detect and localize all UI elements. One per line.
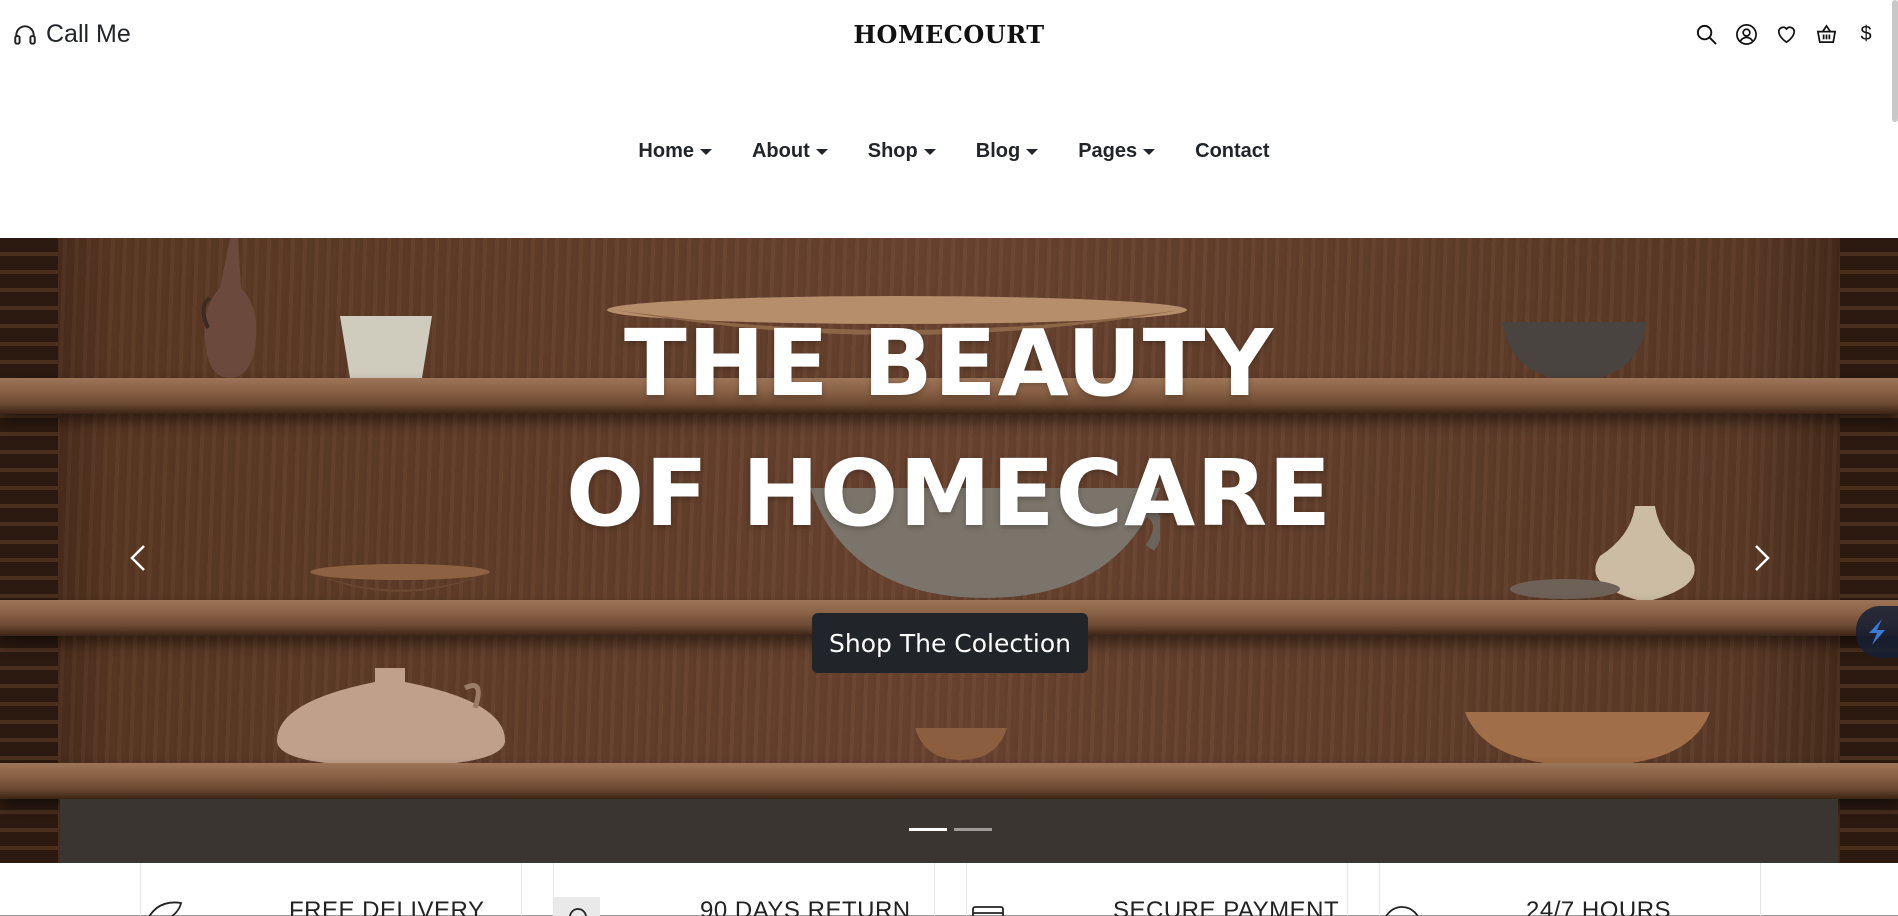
caret-down-icon: [1143, 148, 1156, 155]
rocket-icon: [148, 901, 183, 916]
shop-collection-button[interactable]: Shop The Colection: [812, 613, 1088, 673]
carousel-indicator-2[interactable]: [954, 828, 992, 831]
currency-selector[interactable]: $: [1854, 22, 1878, 46]
wishlist-button[interactable]: [1774, 22, 1798, 46]
features-bar: FREE DELIVERY 90 DAYS RETURN SECURE PAYM…: [0, 863, 1898, 916]
hero-title-line2: OF HOMECARE: [565, 440, 1333, 547]
jar-image: [276, 668, 506, 766]
currency-label: $: [1860, 22, 1872, 45]
feature-90-days-return: 90 DAYS RETURN: [553, 863, 935, 916]
search-icon: [1696, 24, 1717, 45]
feature-label: 24/7 HOURS: [1526, 897, 1672, 916]
small-plate-image: [1510, 579, 1620, 599]
caret-down-icon: [923, 148, 936, 155]
page-scrollbar[interactable]: [1892, 0, 1898, 122]
nav-item-home[interactable]: Home: [638, 140, 712, 163]
wood-dish-image: [310, 564, 490, 592]
hero-title-line1: THE BEAUTY: [623, 310, 1275, 417]
feature-secure-payment: SECURE PAYMENT: [966, 863, 1348, 916]
basket-icon: [1816, 23, 1836, 43]
brand-logo[interactable]: HOMECOURT: [853, 20, 1044, 49]
nav-item-label: About: [751, 140, 810, 162]
shelf-floor: [60, 799, 1838, 863]
call-me-link[interactable]: Call Me: [12, 20, 131, 49]
support-icon: [1385, 906, 1419, 916]
carousel-indicator-1[interactable]: [909, 828, 947, 831]
caret-down-icon: [1026, 148, 1039, 155]
chevron-right-icon: [1755, 545, 1770, 571]
return-box-icon: [554, 897, 600, 916]
call-me-label: Call Me: [46, 20, 131, 48]
feature-label: 90 DAYS RETURN: [700, 897, 911, 916]
shelf-bottom: [0, 763, 1898, 799]
nav-item-shop[interactable]: Shop: [868, 140, 936, 163]
caret-down-icon: [699, 148, 712, 155]
feature-free-delivery: FREE DELIVERY: [140, 863, 522, 916]
feature-24-7-hours: 24/7 HOURS: [1379, 863, 1761, 916]
lightning-icon: [1869, 619, 1885, 645]
nav-item-contact[interactable]: Contact: [1195, 140, 1269, 163]
nav-item-label: Blog: [975, 140, 1021, 162]
cart-button[interactable]: [1814, 22, 1838, 46]
nav-item-pages[interactable]: Pages: [1078, 140, 1156, 163]
carousel-prev-button[interactable]: [118, 528, 158, 588]
floating-widget-button[interactable]: [1856, 606, 1898, 658]
nav-item-label: Contact: [1195, 140, 1270, 162]
feature-label: FREE DELIVERY: [289, 897, 485, 916]
header-tools: $: [1694, 22, 1878, 46]
headset-icon: [14, 24, 36, 45]
main-nav: Home About Shop Blog Pages Contact: [0, 140, 1898, 163]
nav-item-about[interactable]: About: [752, 140, 828, 163]
top-bar: Call Me HOMECOURT $: [0, 0, 1898, 70]
heart-icon: [1777, 26, 1795, 43]
credit-card-icon: [972, 906, 1004, 916]
feature-label: SECURE PAYMENT: [1113, 897, 1340, 916]
wide-wood-bowl-image: [1465, 712, 1710, 766]
nav-item-label: Shop: [867, 140, 918, 162]
hero-carousel: THE BEAUTY OF HOMECARE Shop The Colectio…: [0, 238, 1898, 863]
nav-item-blog[interactable]: Blog: [975, 140, 1039, 163]
user-icon: [1735, 23, 1757, 45]
chevron-left-icon: [130, 545, 145, 571]
carousel-next-button[interactable]: [1742, 528, 1782, 588]
search-button[interactable]: [1694, 22, 1718, 46]
account-button[interactable]: [1734, 22, 1758, 46]
nav-item-label: Home: [638, 140, 694, 162]
nav-item-label: Pages: [1078, 140, 1138, 162]
tiny-bowl-image: [915, 728, 1007, 760]
caret-down-icon: [815, 148, 828, 155]
